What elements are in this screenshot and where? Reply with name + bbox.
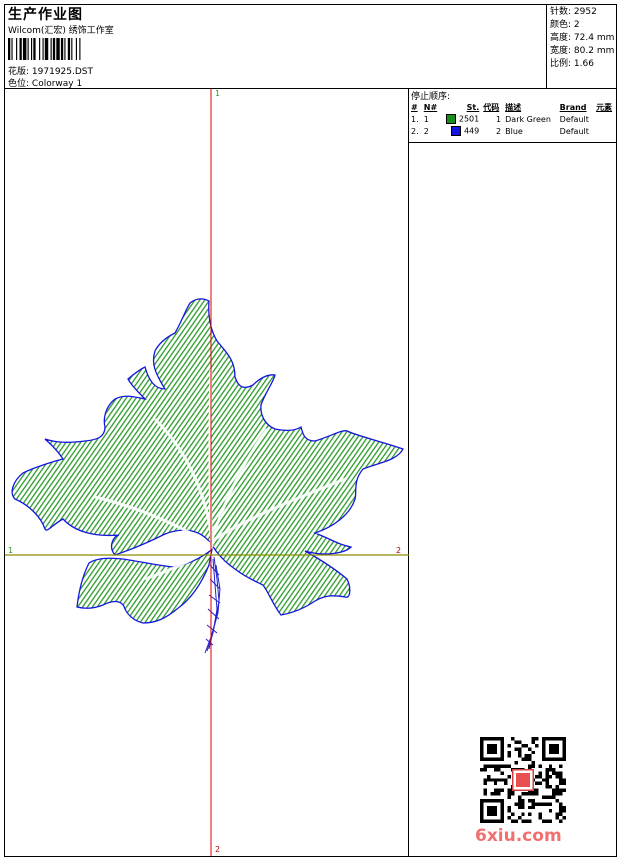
row-index: 2.	[411, 126, 419, 136]
stitch-count-value: 2952	[573, 7, 597, 17]
divider	[409, 142, 616, 143]
row-needle: 1	[423, 114, 429, 124]
colorway-label: 色位:	[8, 79, 30, 89]
page-title: 生产作业图	[8, 7, 83, 23]
stitch-count: 针数: 2952	[550, 6, 616, 19]
color-swatch	[446, 114, 457, 124]
stitch-count-label: 针数:	[550, 7, 572, 17]
color-swatch	[451, 126, 462, 136]
row-code: 2	[496, 126, 502, 136]
worksheet: 生产作业图 Wilcom(汇宏) 绣饰工作室 花版: 1971925.DST 色…	[4, 4, 617, 857]
table-row: 1. 1 2501 1 Dark Green Default	[409, 113, 616, 125]
col-stitches: St.	[466, 102, 480, 112]
qr-code-icon	[480, 737, 566, 823]
height-value: 72.4 mm	[573, 33, 615, 43]
table-row: 2. 2 449 2 Blue Default	[409, 125, 616, 137]
col-brand: Brand	[559, 102, 587, 112]
width-label: 宽度:	[550, 46, 572, 56]
axis-label-left: 1	[8, 546, 14, 555]
row-needle: 2	[423, 126, 429, 136]
stats-panel: 针数: 2952 颜色: 2 高度: 72.4 mm 宽度: 80.2 mm 比…	[547, 5, 616, 89]
width-value: 80.2 mm	[573, 46, 615, 56]
row-index: 1.	[411, 114, 419, 124]
height-stat: 高度: 72.4 mm	[550, 32, 616, 45]
scale-value: 1.66	[573, 59, 594, 69]
row-brand: Default	[559, 114, 589, 124]
col-needle: N#	[423, 102, 438, 112]
color-count-label: 颜色:	[550, 20, 572, 30]
row-stitch-count: 2501	[458, 114, 480, 124]
scale-stat: 比例: 1.66	[550, 58, 616, 71]
row-element	[594, 125, 616, 137]
row-stitch-count: 449	[463, 126, 480, 136]
width-stat: 宽度: 80.2 mm	[550, 45, 616, 58]
axis-label-bottom: 2	[215, 845, 221, 854]
color-table-header: # N# St. 代码 描述 Brand 元素	[409, 101, 616, 113]
barcode-icon	[8, 38, 81, 60]
colorway-value: Colorway 1	[31, 79, 83, 89]
colorway-row: 色位: Colorway 1	[8, 76, 82, 89]
col-index: #	[411, 102, 418, 112]
col-desc: 描述	[505, 102, 522, 112]
row-brand: Default	[559, 126, 589, 136]
color-table: # N# St. 代码 描述 Brand 元素 1. 1 2501 1 Dark…	[409, 101, 616, 137]
row-element	[594, 113, 616, 125]
row-stitches: 449	[441, 125, 481, 137]
color-count-value: 2	[573, 20, 580, 30]
scale-label: 比例:	[550, 59, 572, 69]
studio-name: Wilcom(汇宏) 绣饰工作室	[8, 26, 114, 36]
axis-label-right: 2	[396, 546, 402, 555]
row-desc: Dark Green	[505, 114, 551, 124]
leaf-design	[5, 89, 409, 856]
col-element: 元素	[596, 102, 613, 112]
axis-label-top: 1	[215, 89, 221, 98]
design-canvas: 1 2 1 2	[5, 89, 409, 856]
watermark: 6xiu.com	[475, 826, 562, 846]
row-stitches: 2501	[441, 113, 481, 125]
height-label: 高度:	[550, 33, 572, 43]
header-panel: 生产作业图 Wilcom(汇宏) 绣饰工作室 花版: 1971925.DST 色…	[5, 5, 547, 89]
leaf-stem	[204, 556, 221, 654]
color-count: 颜色: 2	[550, 19, 616, 32]
row-desc: Blue	[505, 126, 523, 136]
row-code: 1	[496, 114, 502, 124]
col-code: 代码	[483, 102, 500, 112]
